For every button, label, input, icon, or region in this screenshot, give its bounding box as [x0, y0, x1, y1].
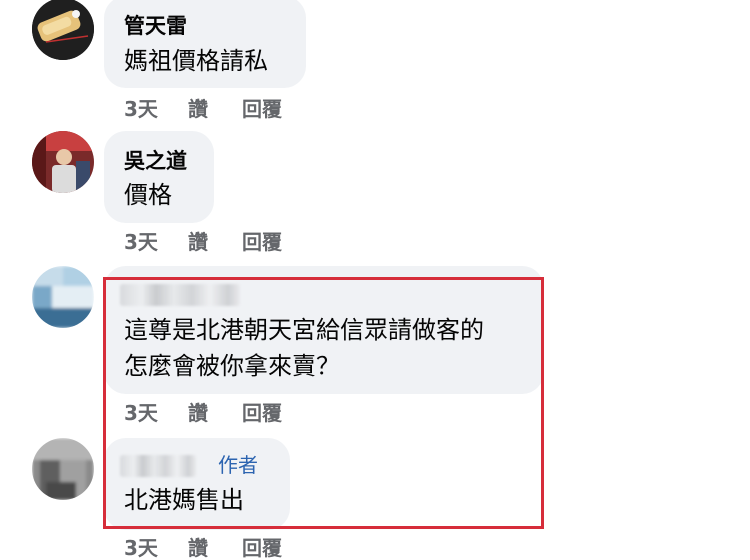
reply-button[interactable]: 回覆: [242, 536, 282, 560]
avatar-image: [32, 131, 94, 193]
reply-button[interactable]: 回覆: [242, 401, 282, 425]
author-badge: 作者: [218, 453, 258, 477]
avatar[interactable]: [32, 0, 94, 60]
avatar-image: [32, 438, 94, 500]
comment-text: 媽祖價格請私: [124, 47, 268, 75]
avatar[interactable]: [32, 438, 94, 500]
like-button[interactable]: 讚: [188, 536, 208, 560]
like-button[interactable]: 讚: [188, 230, 208, 254]
reply-button[interactable]: 回覆: [242, 97, 282, 121]
comment-text: 北港媽售出: [124, 486, 244, 514]
timestamp[interactable]: 3天: [124, 230, 158, 254]
commenter-name-redacted[interactable]: [120, 284, 240, 306]
commenter-name[interactable]: 吳之道: [124, 149, 187, 173]
comment-text-line-1: 這尊是北港朝天宮給信眾請做客的: [124, 316, 484, 344]
commenter-name[interactable]: 管天雷: [124, 14, 187, 38]
timestamp[interactable]: 3天: [124, 97, 158, 121]
timestamp[interactable]: 3天: [124, 536, 158, 560]
commenter-name-redacted[interactable]: [120, 455, 196, 477]
timestamp[interactable]: 3天: [124, 401, 158, 425]
comment-text: 價格: [124, 181, 172, 209]
avatar-image: [32, 0, 94, 60]
like-button[interactable]: 讚: [188, 97, 208, 121]
like-button[interactable]: 讚: [188, 401, 208, 425]
avatar-image: [32, 266, 94, 328]
comment-text-line-2: 怎麼會被你拿來賣？: [124, 352, 340, 380]
avatar[interactable]: [32, 266, 94, 328]
avatar[interactable]: [32, 131, 94, 193]
reply-button[interactable]: 回覆: [242, 230, 282, 254]
